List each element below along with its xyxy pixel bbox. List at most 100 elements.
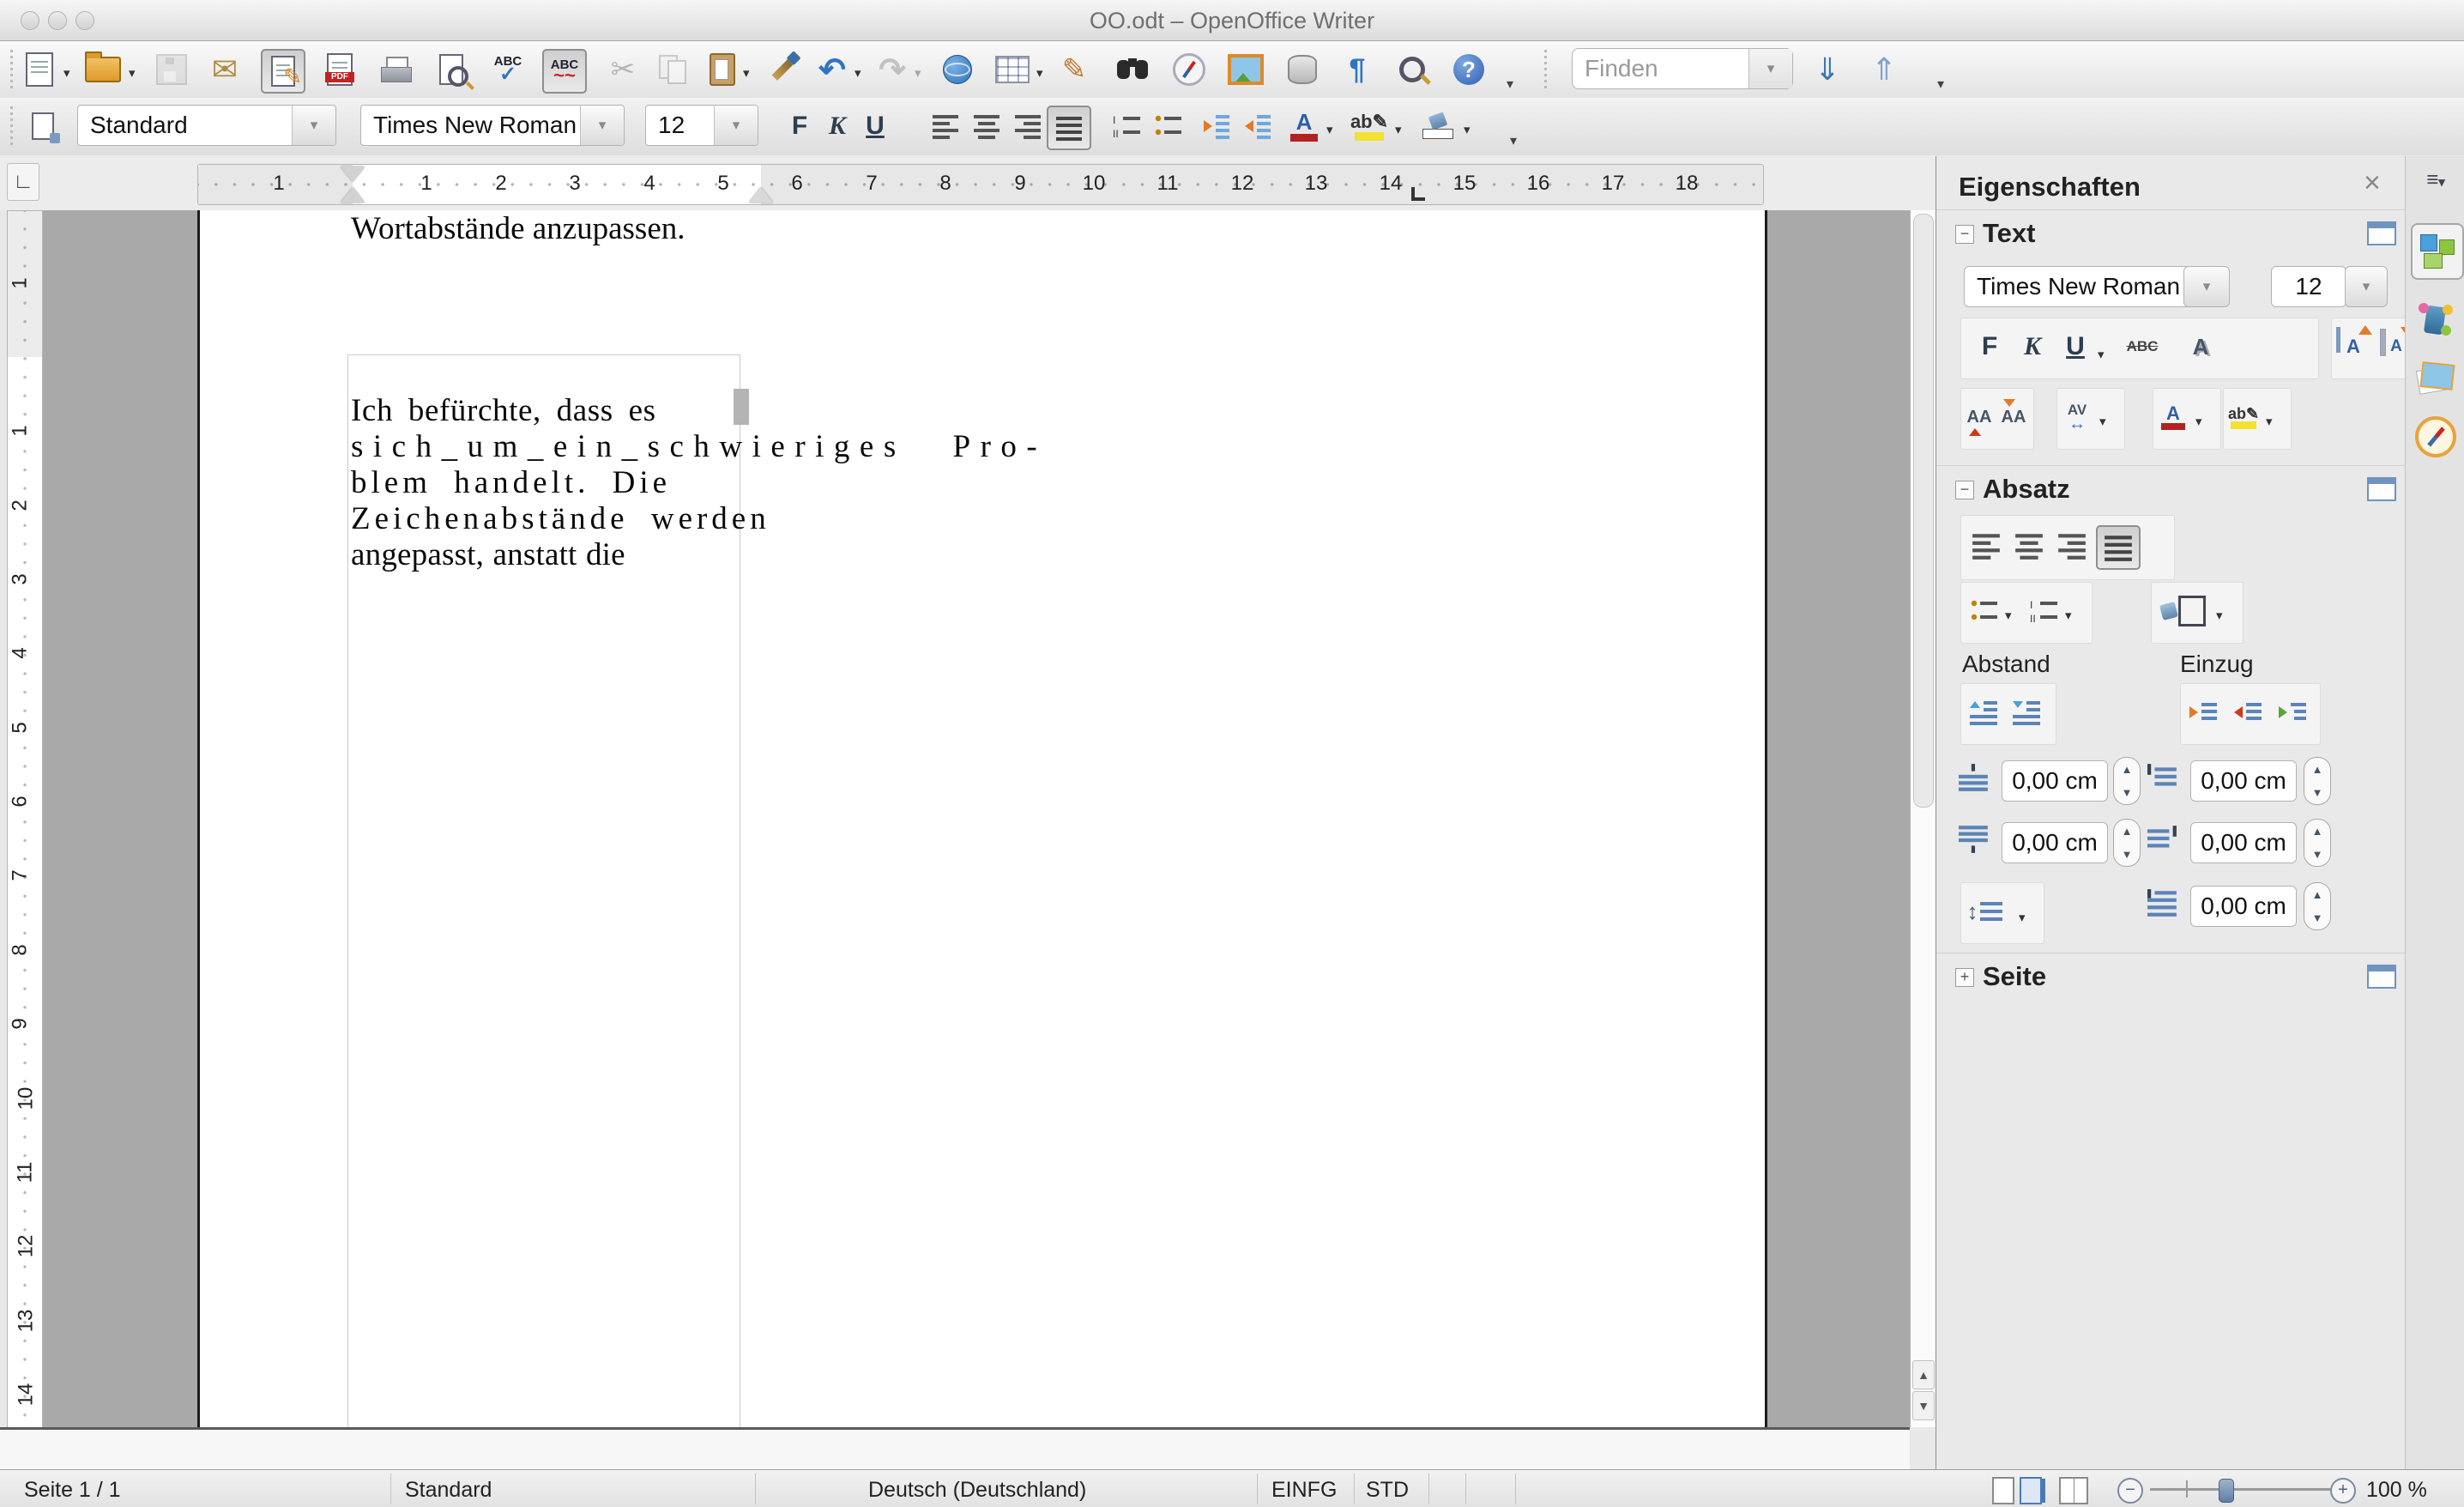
help-button[interactable]: ? <box>1448 49 1489 90</box>
align-center-button[interactable] <box>966 106 1007 147</box>
sidebar-justify-button[interactable] <box>2096 525 2141 570</box>
tab-navigator[interactable] <box>2411 410 2461 463</box>
scrollbar-thumb[interactable] <box>1913 214 1934 808</box>
selection-mode-status[interactable]: STD <box>1366 1478 1409 1503</box>
underline-button[interactable]: U <box>855 106 896 147</box>
table-dropdown-arrow[interactable]: ▾ <box>1036 65 1043 81</box>
new-document-button[interactable] <box>19 49 60 90</box>
zoom-in-button[interactable]: + <box>2330 1478 2356 1504</box>
document-text-line[interactable]: angepasst, anstatt die <box>351 536 625 573</box>
styles-button[interactable] <box>22 106 63 147</box>
paragraph-section-collapse-icon[interactable]: − <box>1955 481 1974 499</box>
italic-button[interactable]: K <box>817 106 858 147</box>
document-text-line[interactable]: Zeichenabstände werden <box>351 500 770 537</box>
new-dropdown-arrow[interactable]: ▾ <box>63 65 70 81</box>
above-spacing-spinner[interactable]: ▲ ▼ <box>2113 757 2141 805</box>
background-color-dropdown-arrow[interactable]: ▾ <box>1464 122 1471 137</box>
first-line-indent-spinner[interactable]: ▲ ▼ <box>2304 882 2331 930</box>
sidebar-align-right-button[interactable] <box>2053 527 2091 565</box>
page[interactable]: Ich befürchte, dass es sich_um_ein_schwi… <box>197 210 1767 1427</box>
open-button[interactable] <box>82 49 124 90</box>
vertical-ruler[interactable]: 1 1 2 3 4 5 6 7 8 9 10 11 12 13 14 <box>7 210 43 1452</box>
single-page-view-button[interactable] <box>1992 1477 2014 1504</box>
undo-dropdown-arrow[interactable]: ▾ <box>855 65 861 81</box>
toolbar-grip[interactable] <box>10 106 13 146</box>
sidebar-italic-button[interactable]: K <box>2014 328 2051 366</box>
navigator-button[interactable] <box>1169 49 1210 90</box>
page-dialog-launcher-icon[interactable] <box>2367 965 2396 989</box>
find-toolbar-overflow-arrow[interactable]: ▾ <box>1937 76 1944 93</box>
text-dialog-launcher-icon[interactable] <box>2367 221 2396 245</box>
edit-file-toggle[interactable]: ✎ <box>261 49 305 94</box>
sidebar-decrease-indent-button[interactable] <box>2230 693 2268 731</box>
document-text-line[interactable]: Wortabstände anzupassen. <box>351 210 685 247</box>
before-indent-spinner[interactable]: ▲ ▼ <box>2304 757 2331 805</box>
gallery-button[interactable] <box>1225 49 1266 90</box>
char-spacing-dropdown-arrow[interactable]: ▾ <box>2099 414 2106 429</box>
sidebar-bold-button[interactable]: F <box>1971 328 2008 366</box>
sidebar-increase-indent-button[interactable] <box>2185 693 2223 731</box>
first-line-indent-marker[interactable] <box>341 166 365 182</box>
sidebar-menu-icon[interactable]: ≡▾ <box>2411 163 2461 197</box>
highlight-color-button[interactable]: ab✎ <box>1349 106 1390 147</box>
tab-styles[interactable] <box>2411 294 2461 347</box>
tab-properties[interactable] <box>2411 223 2464 280</box>
zoom-level-status[interactable]: 100 % <box>2366 1478 2427 1503</box>
vertical-scrollbar[interactable]: ▲ ▼ <box>1910 210 1936 1427</box>
paragraph-section-header[interactable]: Absatz <box>1983 474 2070 505</box>
multi-page-view-button[interactable] <box>2020 1477 2042 1504</box>
format-paintbrush-button[interactable] <box>762 49 803 90</box>
tab-type-button[interactable]: ∟ <box>7 163 39 201</box>
background-color-button[interactable] <box>1417 106 1458 147</box>
page-section-collapse-icon[interactable]: + <box>1955 968 1974 987</box>
paragraph-background-button[interactable] <box>2156 592 2211 630</box>
sidebar-highlight-dropdown-arrow[interactable]: ▾ <box>2266 414 2273 429</box>
zoom-slider-thumb[interactable] <box>2219 1479 2234 1503</box>
font-color-button[interactable]: A <box>1283 106 1325 147</box>
character-spacing-button[interactable]: AV ↔ <box>2058 398 2096 436</box>
scroll-down-button[interactable]: ▼ <box>1912 1391 1935 1420</box>
open-dropdown-arrow[interactable]: ▾ <box>129 65 136 81</box>
paragraph-dialog-launcher-icon[interactable] <box>2367 477 2396 501</box>
horizontal-scrollbar[interactable] <box>0 1427 1910 1472</box>
font-name-combo[interactable]: Times New Roman ▾ <box>360 105 625 146</box>
page-style-status[interactable]: Standard <box>405 1478 492 1503</box>
text-section-collapse-icon[interactable]: − <box>1955 225 1974 244</box>
above-spacing-field[interactable]: 0,00 cm <box>2002 760 2108 802</box>
sidebar-underline-button[interactable]: U <box>2056 328 2094 366</box>
sidebar-font-color-button[interactable]: A <box>2154 398 2192 436</box>
below-spacing-field[interactable]: 0,00 cm <box>2002 822 2108 863</box>
sidebar-font-dropdown-arrow[interactable]: ▾ <box>2183 266 2230 307</box>
book-view-button[interactable] <box>2059 1477 2088 1504</box>
sidebar-align-left-button[interactable] <box>1967 527 2005 565</box>
page-section-header[interactable]: Seite <box>1983 961 2046 992</box>
find-replace-button[interactable] <box>1112 49 1153 90</box>
formatting-marks-button[interactable]: ¶ <box>1337 49 1378 90</box>
page-count-status[interactable]: Seite 1 / 1 <box>24 1478 121 1503</box>
toolbar-overflow-arrow[interactable]: ▾ <box>1507 76 1513 93</box>
sidebar-align-center-button[interactable] <box>2010 527 2048 565</box>
text-section-header[interactable]: Text <box>1983 218 2035 249</box>
formatting-overflow-arrow[interactable]: ▾ <box>1510 132 1517 149</box>
undo-button[interactable]: ↶ <box>812 49 853 90</box>
bullet-list-button[interactable] <box>1148 106 1189 147</box>
hanging-indent-button[interactable] <box>2274 693 2312 731</box>
justify-button[interactable] <box>1047 106 1091 150</box>
strikethrough-button[interactable]: ABC <box>2118 328 2166 366</box>
numbered-list-button[interactable]: I II <box>1107 106 1148 147</box>
tab-stop-marker[interactable] <box>1411 187 1425 201</box>
horizontal-ruler[interactable]: 1 1 2 3 4 5 6 7 8 9 10 11 12 13 14 15 16… <box>197 164 1764 205</box>
numbered-list-dropdown-arrow[interactable]: ▾ <box>2065 608 2072 623</box>
first-line-indent-field[interactable]: 0,00 cm <box>2190 886 2297 927</box>
sidebar-font-color-dropdown-arrow[interactable]: ▾ <box>2195 414 2202 429</box>
right-indent-marker[interactable] <box>749 187 773 203</box>
document-text-line[interactable]: Ich befürchte, dass es <box>351 392 656 429</box>
after-indent-spinner[interactable]: ▲ ▼ <box>2304 819 2331 867</box>
decrease-indent-button[interactable] <box>1196 106 1237 147</box>
export-pdf-button[interactable]: PDF <box>319 49 360 90</box>
find-previous-button[interactable]: ⇑ <box>1863 49 1905 90</box>
subscript-button[interactable]: AA <box>1996 398 2031 436</box>
document-canvas[interactable]: Ich befürchte, dass es sich_um_ein_schwi… <box>43 210 1910 1427</box>
sidebar-close-icon[interactable]: × <box>2364 166 2381 200</box>
toolbar-grip[interactable] <box>1544 50 1547 89</box>
